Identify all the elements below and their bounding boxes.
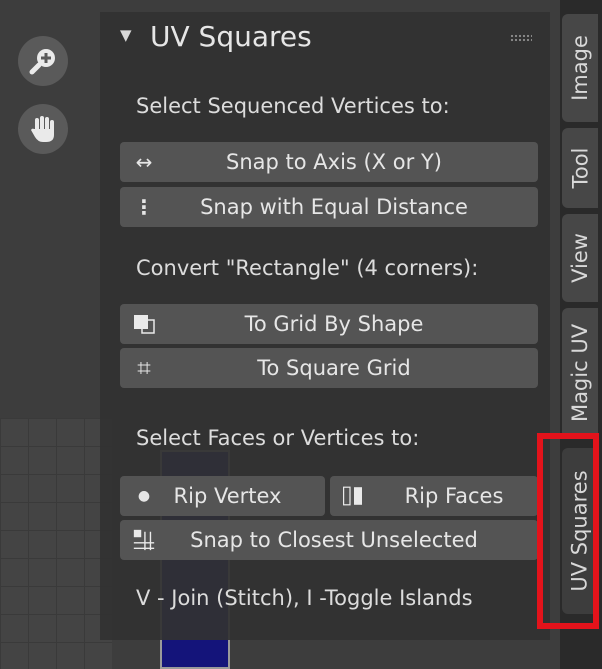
to-grid-by-shape-label: To Grid By Shape xyxy=(244,312,424,336)
rip-vertex-button[interactable]: ● Rip Vertex xyxy=(120,476,325,516)
snap-to-axis-button[interactable]: ↔ Snap to Axis (X or Y) xyxy=(120,142,538,182)
tab-tool[interactable]: Tool xyxy=(562,128,598,208)
zoom-button[interactable] xyxy=(18,36,68,86)
to-grid-by-shape-button[interactable]: To Grid By Shape xyxy=(120,304,538,344)
tab-image[interactable]: Image xyxy=(562,14,598,122)
zoom-icon xyxy=(27,45,59,77)
snap-closest-unselected-button[interactable]: Snap to Closest Unselected xyxy=(120,520,538,560)
section-label-convert: Convert "Rectangle" (4 corners): xyxy=(136,256,479,280)
section-label-faces: Select Faces or Vertices to: xyxy=(136,426,420,450)
snap-equal-distance-button[interactable]: ⋮ Snap with Equal Distance xyxy=(120,187,538,227)
uv-editor-viewport[interactable]: ▼ UV Squares Select Sequenced Vertices t… xyxy=(0,0,560,669)
tab-view[interactable]: View xyxy=(562,214,598,302)
panel-header[interactable]: ▼ UV Squares xyxy=(100,12,540,66)
snap-to-axis-label: Snap to Axis (X or Y) xyxy=(226,150,442,174)
rip-faces-button[interactable]: Rip Faces xyxy=(330,476,538,516)
drag-handle-icon[interactable] xyxy=(510,34,532,42)
rip-vertex-label: Rip Vertex xyxy=(173,484,282,508)
tab-magic-uv[interactable]: Magic UV xyxy=(562,308,598,438)
rip-faces-label: Rip Faces xyxy=(404,484,504,508)
panel-title: UV Squares xyxy=(150,20,312,53)
uv-grid xyxy=(0,418,112,669)
collapse-icon[interactable]: ▼ xyxy=(120,26,132,44)
pan-button[interactable] xyxy=(18,104,68,154)
hand-icon xyxy=(27,113,59,145)
active-tab-highlight xyxy=(537,433,599,629)
snap-closest-unselected-label: Snap to Closest Unselected xyxy=(190,528,478,552)
section-label-sequenced: Select Sequenced Vertices to: xyxy=(136,94,450,118)
uv-squares-panel: ▼ UV Squares Select Sequenced Vertices t… xyxy=(100,12,550,640)
shortcut-hint: V - Join (Stitch), I -Toggle Islands xyxy=(136,586,473,610)
to-square-grid-label: To Square Grid xyxy=(257,356,411,380)
to-square-grid-button[interactable]: ⌗ To Square Grid xyxy=(120,348,538,388)
snap-equal-distance-label: Snap with Equal Distance xyxy=(200,195,468,219)
